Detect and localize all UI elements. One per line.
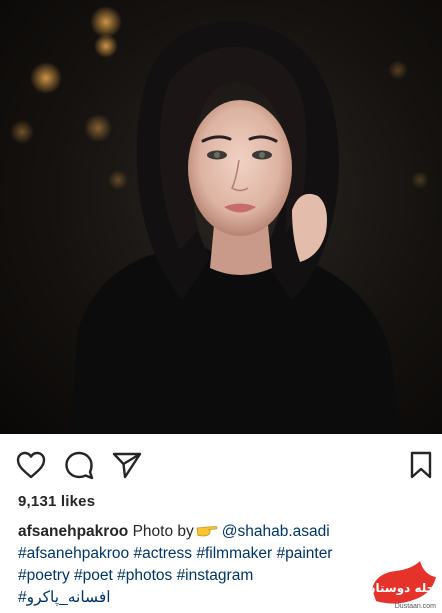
likes-count[interactable]: 9,131 likes (18, 493, 95, 510)
heart-outline-icon[interactable] (16, 450, 46, 480)
watermark-site-text: Dustaan.com (394, 603, 436, 610)
post-photo[interactable] (0, 0, 442, 434)
caption-text: Photo by (132, 523, 194, 540)
pointing-hand-emoji-icon (196, 526, 218, 537)
hashtags-line-3[interactable]: #افسانه_پاکرو (18, 587, 418, 609)
caption-mention[interactable]: @shahab.asadi (222, 523, 330, 540)
caption-username[interactable]: afsanehpakroo (18, 523, 128, 540)
portrait-image (10, 6, 429, 434)
bookmark-icon[interactable] (406, 450, 436, 480)
post-caption: afsanehpakroo Photo by @shahab.asadi #afs… (18, 521, 418, 609)
post-action-bar (0, 434, 442, 494)
hashtags-line-2[interactable]: #poetry #poet #photos #instagram (18, 565, 418, 587)
paper-plane-icon[interactable] (112, 450, 142, 480)
hashtags-line-1[interactable]: #afsanehpakroo #actress #filmmaker #pain… (18, 543, 418, 565)
comment-bubble-icon[interactable] (64, 450, 94, 480)
